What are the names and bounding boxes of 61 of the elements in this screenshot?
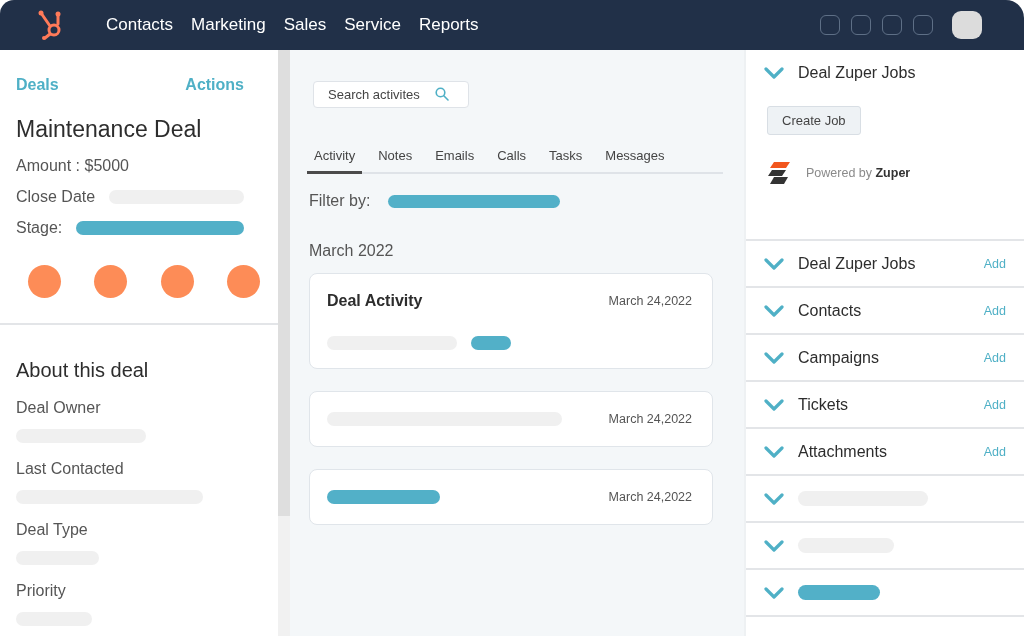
search-field[interactable]: Search activites (313, 81, 469, 108)
avatar[interactable] (952, 11, 982, 39)
section-title: Deal Zuper Jobs (798, 254, 916, 273)
toolbar-icon[interactable] (882, 15, 902, 35)
chevron-down-icon[interactable] (764, 445, 784, 458)
section-heading: About this deal (16, 359, 150, 382)
zuper-logo-icon (766, 161, 792, 185)
nav-link[interactable]: Contacts (106, 15, 174, 35)
section-title: Attachments (798, 442, 887, 461)
tab[interactable]: Emails (428, 144, 482, 174)
tab[interactable]: Messages (598, 144, 672, 174)
filter-label: Filter by: (309, 192, 371, 210)
property-label: Priority (16, 582, 67, 600)
search-icon (435, 87, 449, 101)
field-label: Stage: (16, 219, 63, 237)
scrollbar[interactable] (278, 50, 290, 636)
toolbar-icon[interactable] (820, 15, 840, 35)
action-button[interactable] (94, 265, 128, 298)
section-title: Tickets (798, 395, 849, 414)
chevron-down-icon[interactable] (764, 586, 784, 599)
section-title: Campaigns (798, 348, 879, 367)
month-heading: March 2022 (309, 242, 395, 260)
action-button[interactable] (160, 265, 194, 298)
nav-link[interactable]: Service (344, 15, 401, 35)
property-label: Deal Type (16, 521, 89, 539)
deal-amount: Amount : $5000 (16, 157, 130, 175)
tab[interactable]: Activity (307, 144, 363, 174)
card-date: March 24,2022 (608, 490, 692, 504)
create-job-button[interactable]: Create Job (767, 106, 861, 135)
chevron-down-icon[interactable] (764, 304, 784, 317)
activity-card[interactable]: March 24,2022 (309, 391, 713, 447)
activity-card[interactable]: March 24,2022 (309, 469, 713, 525)
card-date: March 24,2022 (608, 412, 692, 426)
section-title: Deal Zuper Jobs (798, 64, 916, 82)
chevron-down-icon[interactable] (764, 351, 784, 364)
card-title: Deal Activity (327, 292, 423, 310)
field-label: Close Date (16, 188, 96, 206)
nav-link[interactable]: Reports (418, 15, 479, 35)
property-label: Last Contacted (16, 460, 125, 478)
nav-link[interactable]: Sales (283, 15, 327, 35)
tab[interactable]: Notes (371, 144, 420, 174)
activity-card[interactable]: Deal Activity March 24,2022 (309, 273, 713, 369)
tab[interactable]: Calls (490, 144, 534, 174)
chevron-down-icon[interactable] (764, 257, 784, 270)
chevron-down-icon[interactable] (764, 67, 784, 79)
action-button[interactable] (227, 265, 260, 298)
powered-by-text: Powered by Zuper (806, 166, 911, 180)
filter-field[interactable] (388, 194, 561, 208)
scrollbar-thumb[interactable] (278, 50, 290, 516)
tab[interactable]: Tasks (542, 144, 590, 174)
action-button[interactable] (28, 265, 61, 298)
chevron-down-icon[interactable] (764, 492, 784, 505)
chevron-down-icon[interactable] (764, 539, 784, 552)
nav-link[interactable]: Marketing (191, 15, 266, 35)
chevron-down-icon[interactable] (764, 398, 784, 411)
section-title: Contacts (798, 301, 862, 320)
property-label: Deal Owner (16, 399, 102, 417)
toolbar-icon[interactable] (913, 15, 933, 35)
deal-title: Maintenance Deal (16, 116, 203, 143)
card-date: March 24,2022 (608, 294, 692, 308)
toolbar-icon[interactable] (851, 15, 871, 35)
